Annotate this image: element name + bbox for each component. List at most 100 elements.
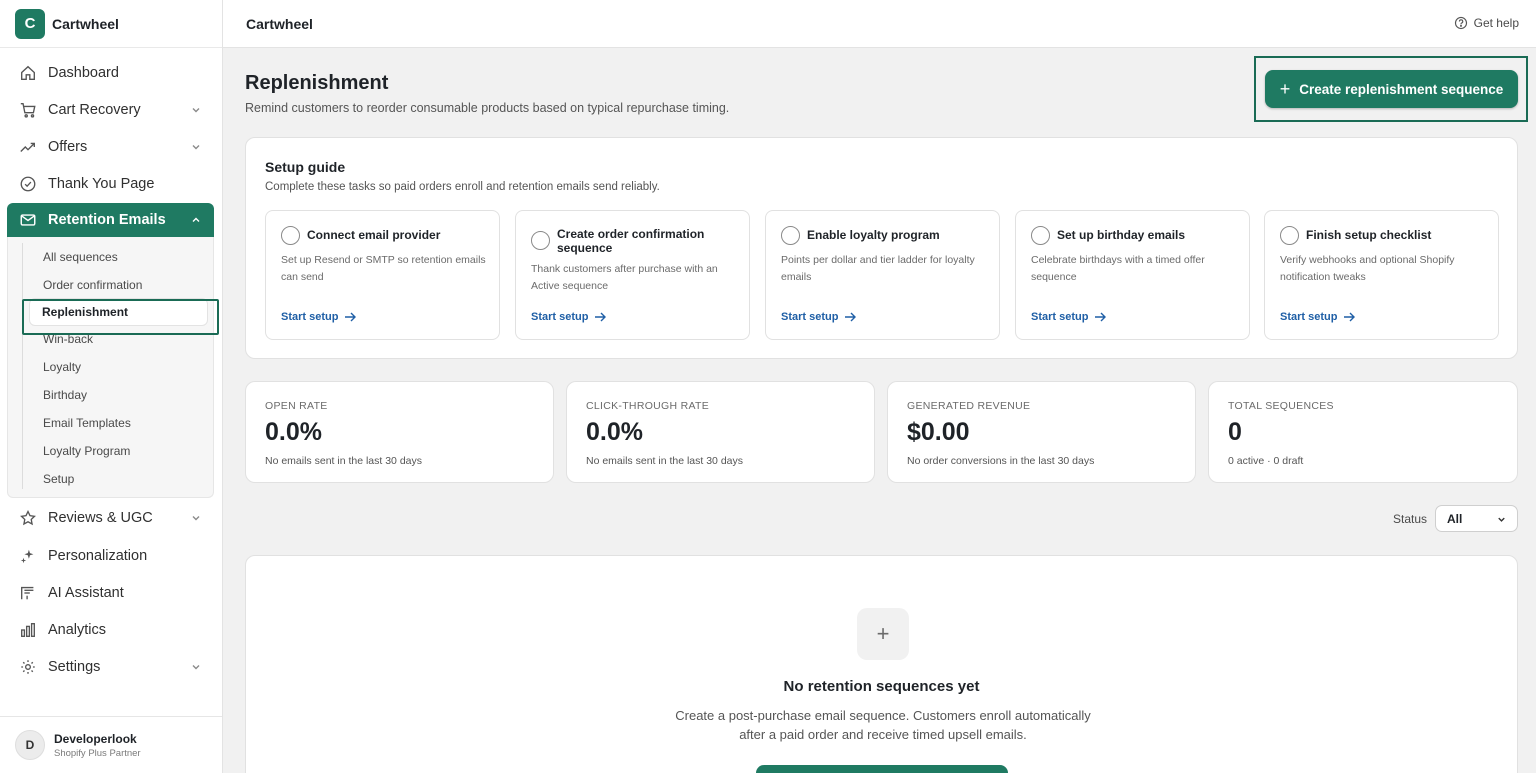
setup-guide-title: Setup guide [265, 159, 346, 175]
sidebar-subitem-loyalty-program[interactable]: Loyalty Program [8, 437, 213, 465]
bar-chart-icon [19, 621, 37, 639]
sidebar-subitem-setup[interactable]: Setup [8, 465, 213, 493]
help-icon [1454, 16, 1467, 30]
start-setup-link[interactable]: Start setup [281, 310, 357, 324]
task-title: Enable loyalty program [807, 228, 940, 242]
sidebar-subitem-loyalty[interactable]: Loyalty [8, 353, 213, 381]
setup-task-birthday-emails[interactable]: Set up birthday emails Celebrate birthda… [1015, 210, 1250, 340]
setup-task-connect-email[interactable]: Connect email provider Set up Resend or … [265, 210, 500, 340]
gear-icon [19, 658, 37, 676]
start-setup-link[interactable]: Start setup [781, 310, 857, 324]
sidebar-item-ai-assistant[interactable]: AI Assistant [0, 574, 222, 611]
sidebar-item-dashboard[interactable]: Dashboard [0, 54, 222, 91]
setup-task-loyalty-program[interactable]: Enable loyalty program Points per dollar… [765, 210, 1000, 340]
sidebar-item-label: Thank You Page [48, 176, 155, 193]
task-checkbox[interactable] [781, 226, 800, 245]
get-help-link[interactable]: Get help [1454, 16, 1519, 30]
sidebar-subitem-birthday[interactable]: Birthday [8, 381, 213, 409]
sidebar-item-label: Dashboard [48, 64, 119, 81]
status-filter-select[interactable]: All [1435, 505, 1518, 532]
chevron-down-icon [1498, 517, 1505, 522]
start-setup-link[interactable]: Start setup [1280, 310, 1356, 324]
task-title: Finish setup checklist [1306, 228, 1432, 242]
stat-card-open-rate: OPEN RATE 0.0% No emails sent in the las… [245, 381, 554, 483]
stat-note: No order conversions in the last 30 days [907, 455, 1095, 467]
stat-card-click-through-rate: CLICK-THROUGH RATE 0.0% No emails sent i… [566, 381, 875, 483]
sidebar-item-label: Cart Recovery [48, 101, 141, 118]
stat-value: $0.00 [907, 418, 970, 446]
task-checkbox[interactable] [1031, 226, 1050, 245]
create-replenishment-sequence-button[interactable]: + Create replenishment sequence [1265, 70, 1518, 108]
plus-icon: + [1279, 79, 1291, 99]
sidebar-item-thank-you-page[interactable]: Thank You Page [0, 166, 222, 203]
sidebar-item-label: Analytics [48, 621, 107, 638]
sidebar-item-label: Retention Emails [48, 211, 166, 228]
sidebar-subitem-win-back[interactable]: Win-back [8, 325, 213, 353]
user-profile[interactable]: D Developerlook Shopify Plus Partner [0, 716, 222, 773]
home-icon [19, 64, 37, 82]
mail-icon [19, 211, 37, 229]
topbar: Cartwheel Get help [223, 0, 1536, 48]
sidebar-nav: Dashboard Cart Recovery Offers Thank You… [0, 54, 222, 686]
start-setup-link[interactable]: Start setup [531, 310, 607, 324]
start-setup-label: Start setup [1280, 311, 1338, 323]
empty-state-title: No retention sequences yet [783, 678, 980, 695]
task-title: Create order confirmation sequence [557, 227, 705, 255]
arrow-right-icon [595, 312, 607, 322]
user-name: Developerlook [54, 731, 137, 746]
sidebar-item-label: Personalization [48, 547, 148, 564]
sidebar-item-cart-recovery[interactable]: Cart Recovery [0, 91, 222, 128]
avatar: D [15, 730, 45, 760]
sidebar-item-personalization[interactable]: Personalization [0, 537, 222, 574]
arrow-right-icon [345, 312, 357, 322]
start-setup-label: Start setup [1031, 311, 1089, 323]
sidebar-item-reviews-ugc[interactable]: Reviews & UGC [0, 500, 222, 537]
status-filter-value: All [1447, 511, 1463, 526]
task-checkbox[interactable] [1280, 226, 1299, 245]
setup-task-order-confirmation[interactable]: Create order confirmation sequence Thank… [515, 210, 750, 340]
chevron-down-icon [192, 144, 200, 150]
stat-value: 0 [1228, 418, 1242, 446]
sparkle-icon [19, 547, 37, 565]
sidebar-subitem-order-confirmation[interactable]: Order confirmation [8, 271, 213, 299]
sidebar-item-label: Reviews & UGC [48, 510, 153, 527]
sidebar-item-settings[interactable]: Settings [0, 649, 222, 686]
task-description: Thank customers after purchase with an A… [531, 263, 718, 292]
setup-guide-description: Complete these tasks so paid orders enro… [265, 181, 660, 193]
setup-task-finish-checklist[interactable]: Finish setup checklist Verify webhooks a… [1264, 210, 1499, 340]
sidebar: C Cartwheel Dashboard Cart Recovery Offe… [0, 0, 223, 773]
stat-label: TOTAL SEQUENCES [1228, 400, 1334, 412]
plus-icon: + [857, 608, 909, 660]
sidebar-item-analytics[interactable]: Analytics [0, 611, 222, 648]
chevron-down-icon [192, 516, 200, 521]
arrow-right-icon [1344, 312, 1356, 322]
task-checkbox[interactable] [281, 226, 300, 245]
page-title: Replenishment [245, 72, 389, 94]
stat-label: OPEN RATE [265, 400, 328, 412]
brand[interactable]: C Cartwheel [0, 0, 222, 48]
arrow-right-icon [845, 312, 857, 322]
empty-state-create-button[interactable] [756, 765, 1008, 773]
check-circle-icon [19, 175, 37, 193]
stat-value: 0.0% [586, 418, 643, 446]
sidebar-subitem-all-sequences[interactable]: All sequences [8, 243, 213, 271]
start-setup-label: Start setup [781, 311, 839, 323]
chevron-down-icon [192, 107, 200, 113]
start-setup-link[interactable]: Start setup [1031, 310, 1107, 324]
sidebar-item-label: Offers [48, 138, 88, 155]
sidebar-item-offers[interactable]: Offers [0, 128, 222, 165]
task-description: Celebrate birthdays with a timed offer s… [1031, 254, 1205, 283]
arrow-right-icon [1095, 312, 1107, 322]
stat-card-total-sequences: TOTAL SEQUENCES 0 0 active · 0 draft [1208, 381, 1518, 483]
start-setup-label: Start setup [281, 311, 339, 323]
start-setup-label: Start setup [531, 311, 589, 323]
sidebar-subitem-email-templates[interactable]: Email Templates [8, 409, 213, 437]
brand-logo: C [15, 8, 45, 39]
empty-state-description: Create a post-purchase email sequence. C… [675, 708, 1091, 742]
status-filter-label: Status [1393, 512, 1428, 526]
task-checkbox[interactable] [531, 231, 550, 250]
sidebar-subitem-replenishment[interactable]: Replenishment [30, 298, 207, 325]
sidebar-item-retention-emails[interactable]: Retention Emails [7, 202, 214, 237]
task-description: Points per dollar and tier ladder for lo… [781, 254, 975, 283]
ai-icon [19, 584, 37, 602]
